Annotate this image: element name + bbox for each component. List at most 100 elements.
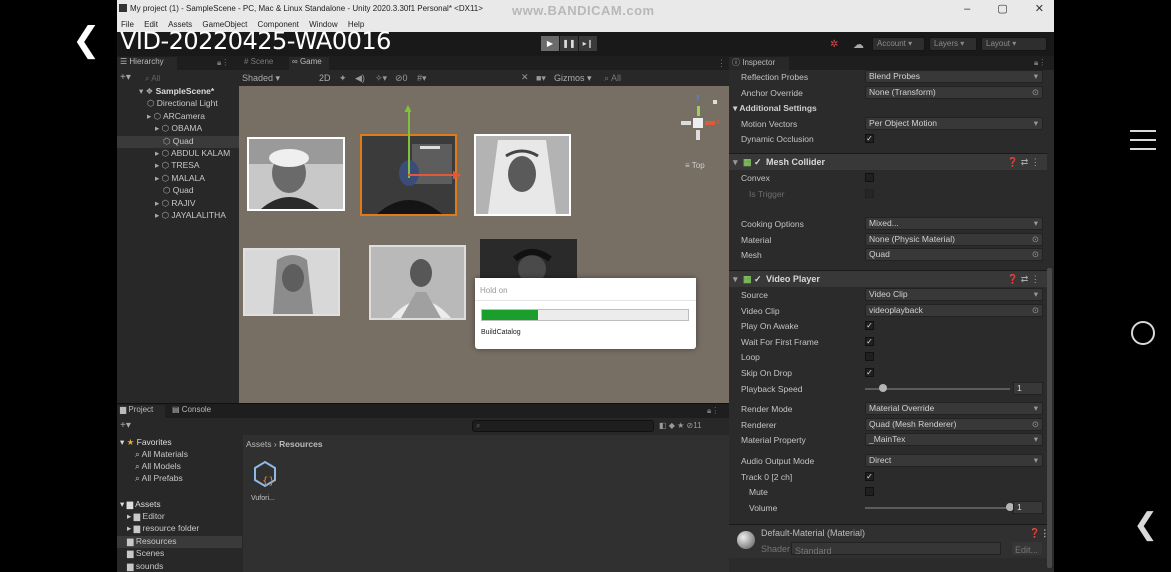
tab-project[interactable]: ▆ Project	[117, 405, 165, 418]
field-checkbox[interactable]: ✓	[865, 336, 874, 346]
component-enabled-checkbox[interactable]: ✓	[754, 157, 762, 168]
grid-icon[interactable]: #▾	[417, 73, 427, 84]
tools-icon[interactable]: ✕	[521, 72, 529, 83]
inspector-lock-icon[interactable]: 🔒︎⋮	[1034, 58, 1046, 68]
breadcrumb-resources[interactable]: Resources	[279, 439, 322, 449]
account-dropdown[interactable]: Account ▾	[872, 37, 925, 51]
collab-icon[interactable]: ✲	[830, 39, 838, 50]
back-arrow-icon[interactable]: ❮	[72, 20, 101, 60]
field-checkbox[interactable]: ✓	[865, 368, 874, 377]
scene-viewport[interactable]: ▲ ▶ y x ≡ Top	[239, 86, 729, 403]
assets-node[interactable]: ▾ ▆ Assets	[120, 499, 161, 510]
inspector-scrollbar[interactable]	[1047, 268, 1052, 568]
field-checkbox[interactable]	[865, 173, 874, 182]
field-dropdown[interactable]: Per Object Motion	[865, 116, 1043, 130]
fav-all-materials[interactable]: ⌕ All Materials	[135, 449, 188, 460]
field-dropdown[interactable]: Blend Probes	[865, 70, 1043, 83]
field-object-picker[interactable]: videoplayback	[865, 303, 1043, 317]
asset-folder-item[interactable]: ▆ Scenes	[117, 548, 242, 560]
hierarchy-item[interactable]: ▸ ⬡ ABDUL KALAM	[117, 148, 239, 160]
field-object-picker[interactable]: Quad (Mesh Renderer)	[865, 417, 1043, 431]
breadcrumb-assets[interactable]: Assets	[246, 439, 272, 449]
field-checkbox[interactable]	[865, 188, 874, 198]
tab-game[interactable]: ∞ Game	[289, 57, 329, 70]
gizmos-dropdown[interactable]: Gizmos ▾	[554, 73, 592, 84]
hierarchy-item[interactable]: ▸ ⬡ TRESA	[117, 160, 239, 172]
orientation-gizmo[interactable]: y x	[681, 94, 721, 154]
lighting-icon[interactable]: ✦	[339, 73, 347, 84]
mesh-collider-header[interactable]: ▾ ▦ ✓ Mesh Collider ❓ ⇄ ⋮	[729, 153, 1047, 170]
project-lock-icon[interactable]: 🔒︎⋮	[707, 406, 719, 416]
photo-malala[interactable]	[243, 248, 340, 316]
shading-dropdown[interactable]: Shaded ▾	[242, 73, 280, 84]
layers-dropdown[interactable]: Layers ▾	[929, 37, 977, 51]
field-checkbox[interactable]: ✓	[865, 321, 874, 331]
asset-folder-item[interactable]: ▸ ▆ resource folder	[117, 523, 242, 535]
add-object-button[interactable]: +▾	[120, 72, 131, 83]
gizmo-y-arrow-icon[interactable]: ▲	[402, 101, 414, 115]
component-menu-icon[interactable]: ❓ ⇄ ⋮	[1007, 274, 1040, 285]
home-icon[interactable]	[1131, 321, 1155, 345]
hierarchy-item[interactable]: ▸ ⬡ OBAMA	[117, 123, 239, 135]
field-object-picker[interactable]: None (Transform)	[865, 85, 1043, 99]
minimize-button[interactable]: –	[964, 3, 970, 15]
edit-shader-button[interactable]: Edit...	[1012, 542, 1042, 556]
scene-search[interactable]: ⌕ All	[604, 73, 621, 84]
hierarchy-item[interactable]: ⬡ Quad	[117, 185, 239, 197]
material-section[interactable]: Default-Material (Material) ❓⋮ Shader Stand…	[729, 524, 1049, 559]
field-dropdown[interactable]: Direct	[865, 454, 1043, 467]
photo-jayalalitha[interactable]	[480, 239, 577, 279]
effects-icon[interactable]: ✧▾	[375, 73, 387, 84]
camera-icon[interactable]: ■▾	[536, 73, 546, 84]
field-checkbox[interactable]: ✓	[865, 134, 874, 144]
layout-dropdown[interactable]: Layout ▾	[981, 37, 1047, 51]
video-player-header[interactable]: ▾ ▦ ✓ Video Player ❓ ⇄ ⋮	[729, 270, 1047, 287]
photo-tresa[interactable]	[474, 134, 571, 216]
field-checkbox[interactable]	[865, 487, 874, 497]
favorites-node[interactable]: ▾ ★ Favorites	[120, 437, 172, 448]
step-button[interactable]: ▸❙	[579, 36, 597, 51]
project-filter-icons[interactable]: ◧ ◆ ★ ⊘11	[659, 421, 702, 430]
tab-hierarchy[interactable]: ☰ Hierarchy	[117, 57, 177, 70]
hierarchy-item[interactable]: ▾ ❖ SampleScene*	[117, 86, 239, 98]
shader-dropdown[interactable]: Standard	[791, 542, 1001, 556]
maximize-button[interactable]: ▢	[997, 3, 1007, 15]
lock-icon[interactable]: 🔒︎⋮	[217, 58, 229, 68]
play-button[interactable]: ▶	[541, 36, 559, 51]
gizmo-x-arrow-icon[interactable]: ▶	[453, 168, 461, 181]
slider-knob[interactable]	[879, 383, 888, 392]
hierarchy-search[interactable]: ⌕ All	[145, 74, 160, 84]
nav-back-icon[interactable]: ❮	[1133, 507, 1158, 542]
component-enabled-checkbox[interactable]: ✓	[754, 274, 762, 285]
audio-icon[interactable]: ◀︎)	[355, 73, 365, 84]
asset-folder-item[interactable]: ▸ ▆ Editor	[117, 511, 242, 523]
fav-all-prefabs[interactable]: ⌕ All Prefabs	[135, 473, 183, 484]
close-button[interactable]: ✕	[1035, 3, 1044, 15]
2d-toggle[interactable]: 2D	[319, 73, 331, 83]
tab-inspector[interactable]: ⓘ Inspector	[729, 57, 789, 70]
field-checkbox[interactable]	[865, 352, 874, 362]
field-slider[interactable]	[865, 506, 1010, 509]
hierarchy-item[interactable]: ⬡ Directional Light	[117, 98, 239, 110]
field-object-picker[interactable]: Quad	[865, 248, 1043, 262]
field-dropdown[interactable]: Mixed...	[865, 217, 1043, 231]
pause-button[interactable]: ❚❚	[560, 36, 578, 51]
photo-rajiv[interactable]	[369, 245, 466, 320]
hierarchy-item[interactable]: ▸ ⬡ JAYALALITHA	[117, 210, 239, 222]
scene-more-icon[interactable]: ⋮	[717, 58, 726, 69]
hierarchy-item[interactable]: ▸ ⬡ ARCamera	[117, 111, 239, 123]
field-dropdown[interactable]: Material Override	[865, 402, 1043, 416]
create-asset-button[interactable]: +▾	[120, 420, 131, 431]
tab-console[interactable]: ▤ Console	[169, 405, 217, 418]
field-checkbox[interactable]: ✓	[865, 471, 874, 481]
hierarchy-item[interactable]: ⬡ Quad	[117, 135, 239, 148]
hidden-objects-icon[interactable]: ⊘0	[395, 73, 408, 84]
component-menu-icon[interactable]: ❓ ⇄ ⋮	[1007, 157, 1040, 168]
tab-scene[interactable]: # Scene	[241, 57, 289, 70]
gizmo-x-axis[interactable]	[408, 174, 456, 176]
hierarchy-item[interactable]: ▸ ⬡ RAJIV	[117, 198, 239, 210]
field-dropdown[interactable]: _MainTex	[865, 433, 1043, 447]
photo-abdul-kalam[interactable]	[247, 137, 345, 211]
project-search-input[interactable]: ⌕	[472, 420, 654, 432]
asset-folder-item[interactable]: ▆ sounds	[117, 561, 242, 572]
